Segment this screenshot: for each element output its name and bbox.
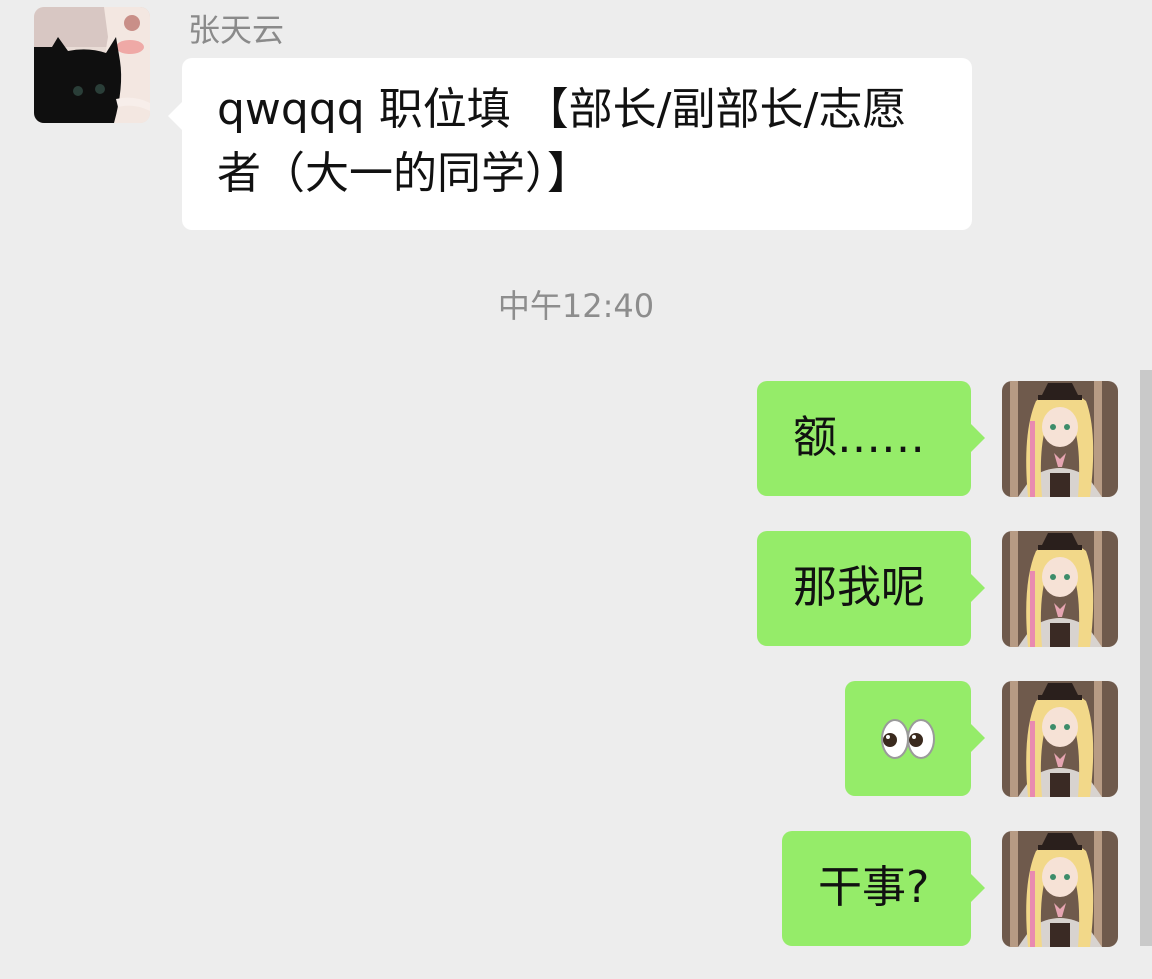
anime-girl-avatar-icon (1002, 381, 1118, 497)
eyes-emoji-icon (881, 719, 935, 759)
outgoing-message-bubble[interactable]: 干事? (782, 831, 985, 946)
black-cat-avatar-icon (34, 7, 150, 123)
outgoing-message-bubble[interactable]: 那我呢 (757, 531, 985, 646)
outgoing-message-bubble[interactable]: 👀 (845, 681, 985, 796)
sender-name: 张天云 (188, 11, 285, 49)
chat-view: 张天云 qwqqq 职位填 【部长/副部长/志愿者（大一的同学）】 中午12:4… (0, 0, 1152, 979)
scrollbar[interactable] (1140, 370, 1152, 946)
outgoing-message-bubble[interactable]: 额…… (757, 381, 985, 496)
self-avatar[interactable] (1002, 831, 1118, 947)
anime-girl-avatar-icon (1002, 681, 1118, 797)
self-avatar[interactable] (1002, 681, 1118, 797)
incoming-message-bubble[interactable]: qwqqq 职位填 【部长/副部长/志愿者（大一的同学）】 (168, 58, 972, 230)
self-avatar[interactable] (1002, 381, 1118, 497)
message-timestamp: 中午12:40 (497, 287, 655, 325)
anime-girl-avatar-icon (1002, 531, 1118, 647)
message-text: 那我呢 (793, 562, 925, 613)
contact-avatar[interactable] (34, 7, 150, 123)
self-avatar[interactable] (1002, 531, 1118, 647)
message-text: 额…… (793, 412, 925, 463)
message-text: 干事? (818, 862, 930, 913)
message-text: qwqqq 职位填 【部长/副部长/志愿者（大一的同学）】 (217, 84, 907, 199)
anime-girl-avatar-icon (1002, 831, 1118, 947)
